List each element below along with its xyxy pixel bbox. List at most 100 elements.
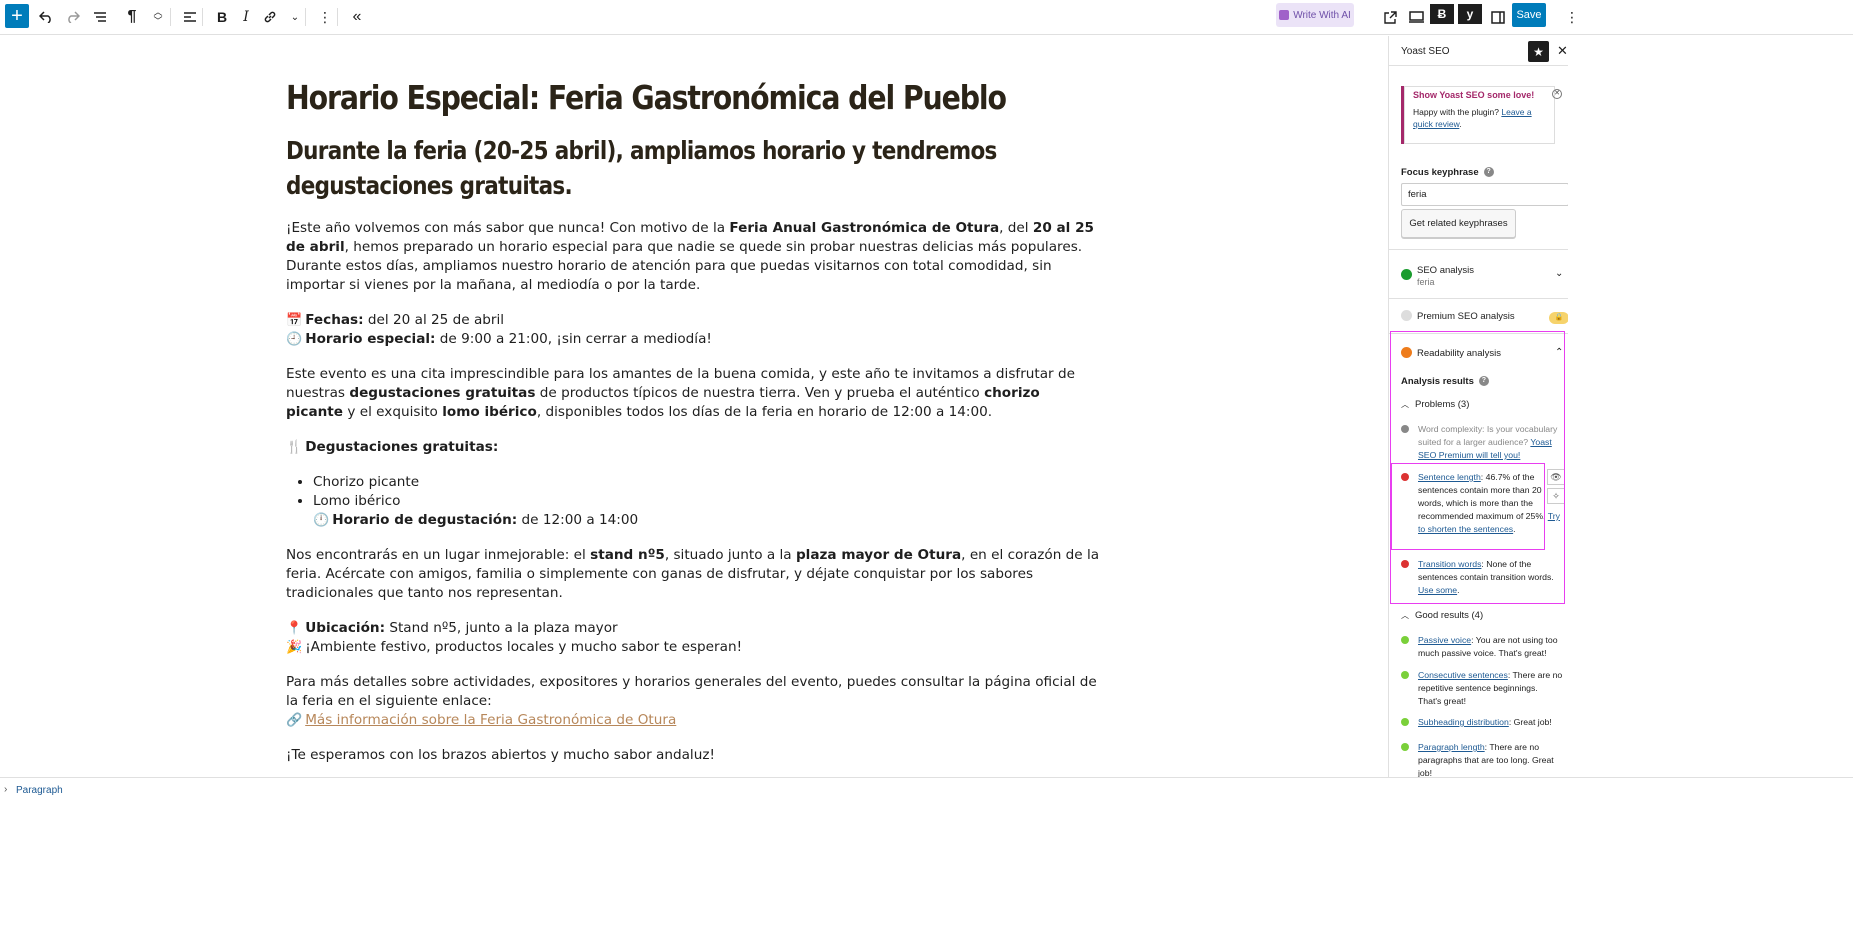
italic-icon: I [243,9,249,25]
redo-icon [68,11,80,23]
review-notice: Show Yoast SEO some love! Happy with the… [1401,86,1562,144]
status-bullet [1401,636,1409,644]
status-bullet [1401,743,1409,751]
close-sidebar-button[interactable]: ✕ [1557,43,1568,59]
list-item-schedule[interactable]: 🕛 Horario de degustación: de 12:00 a 14:0… [313,511,1101,530]
view-post-button[interactable] [1378,4,1402,30]
move-block-button[interactable]: ︿ ﹀ [146,4,170,30]
fork-knife-icon: 🍴 [286,440,303,455]
pilcrow-icon: ¶ [127,8,137,25]
desktop-icon [1408,11,1424,23]
dismiss-notice-button[interactable]: ✕ [1552,89,1562,99]
chevron-right-icon: › [4,784,8,795]
premium-seo-label: Premium SEO analysis [1417,311,1515,322]
chevron-down-icon: ⌄ [1555,268,1564,279]
good-results-group-toggle[interactable]: ︿ Good results (4) [1401,610,1483,621]
sidebar-header: Yoast SEO ★ ✕ [1389,36,1568,66]
write-with-ai-label: Write With AI [1293,9,1351,21]
double-chevron-left-icon: « [352,8,362,25]
status-bullet [1401,718,1409,726]
yoast-ai-icon [1279,10,1290,20]
external-link-icon [1383,10,1397,24]
help-icon[interactable]: ? [1483,167,1494,178]
feria-info-link[interactable]: Más información sobre la Feria Gastronóm… [305,712,676,728]
breadcrumb-paragraph[interactable]: Paragraph [16,785,63,796]
premium-seo-analysis-toggle[interactable]: Premium SEO analysis 🔒 [1389,298,1568,333]
settings-sidebar-button[interactable] [1486,4,1510,30]
block-inserter-button[interactable]: + [5,4,29,28]
italic-button[interactable]: I [234,4,258,30]
more-vertical-icon: ⋮ [318,8,332,25]
clock-icon: 🕘 [286,332,303,347]
consecutive-sentences-link[interactable]: Consecutive sentences [1418,670,1508,680]
yoast-button[interactable]: y [1458,4,1482,24]
chevron-down-icon: ﹀ [153,16,163,26]
paragraph-closing[interactable]: ¡Te esperamos con los brazos abiertos y … [286,746,1101,765]
review-notice-title: Show Yoast SEO some love! [1413,90,1535,100]
link-icon [264,11,276,23]
align-left-icon [184,12,196,22]
pin-sidebar-button[interactable]: ★ [1528,41,1549,62]
close-icon: ✕ [1557,43,1568,58]
list-item[interactable]: Lomo ibérico [313,492,1101,511]
status-bullet [1401,671,1409,679]
bold-button[interactable]: B [210,4,234,30]
more-rich-text-button[interactable]: ⌄ [283,4,307,30]
passive-voice-link[interactable]: Passive voice [1418,635,1471,645]
editor-canvas: Horario Especial: Feria Gastronómica del… [0,36,1388,776]
post-title[interactable]: Horario Especial: Feria Gastronómica del… [286,76,1007,120]
paragraph-dates[interactable]: 📅 Fechas: del 20 al 25 de abril 🕘 Horario … [286,311,1101,349]
paragraph-intro[interactable]: ¡Este año volvemos con más sabor que nun… [286,219,1101,295]
document-overview-button[interactable] [88,4,112,30]
post-subheading[interactable]: Durante la feria (20-25 abril), ampliamo… [286,133,1043,203]
status-neutral-icon [1401,310,1412,321]
sidebar-icon [1491,10,1505,24]
bold-icon: B [216,9,228,25]
sentence-length-highlight-box [1391,463,1545,550]
undo-button[interactable] [34,4,58,30]
sidebar-title: Yoast SEO [1401,46,1450,57]
tastings-list: Chorizo picante Lomo ibérico 🕛Horario de… [286,473,1101,530]
undo-icon [39,11,51,23]
pin-icon: 📍 [286,621,303,636]
paragraph-location-summary[interactable]: 📍 Ubicación: Stand nº5, junto a la plaza … [286,619,1101,657]
related-keyphrases-button[interactable]: Get related keyphrases [1401,209,1516,238]
chevron-up-icon: ︿ [1401,611,1409,620]
focus-keyphrase-input[interactable]: feria [1401,183,1568,206]
smiley-good-icon [1401,269,1412,280]
clock-icon: 🕛 [313,513,330,528]
chevron-down-icon: ⌄ [290,11,300,23]
paragraph-location[interactable]: Nos encontrarás en un lugar inmejorable:… [286,546,1101,603]
redo-button[interactable] [61,4,85,30]
post-content: Horario Especial: Feria Gastronómica del… [286,76,1101,765]
write-with-ai-button[interactable]: Write With AI [1276,3,1354,27]
link-button[interactable] [258,4,282,30]
list-item[interactable]: Chorizo picante [313,473,1101,492]
subheading-distribution-link[interactable]: Subheading distribution [1418,717,1509,727]
paragraph-tastings-heading[interactable]: 🍴 Degustaciones gratuitas: [286,438,1101,457]
jetpack-button[interactable]: Ƀ [1430,4,1454,24]
save-button[interactable]: Save [1512,3,1546,27]
seo-analysis-label: SEO analysis [1417,265,1475,276]
paragraph-block-button[interactable]: ¶ [120,4,144,30]
jetpack-icon: Ƀ [1437,7,1447,21]
focus-keyphrase-label: Focus keyphrase? [1401,167,1494,178]
star-icon: ★ [1533,44,1544,59]
align-button[interactable] [178,4,202,30]
editor-toolbar: + ¶ ︿ ﹀ B I ⌄ ⋮ « Write With AI Ƀ y Save… [0,0,1853,35]
preview-button[interactable] [1404,4,1428,30]
more-vertical-icon: ⋮ [1565,8,1579,25]
paragraph-event[interactable]: Este evento es una cita imprescindible p… [286,365,1101,422]
block-options-button[interactable]: ⋮ [313,4,337,30]
seo-analysis-toggle[interactable]: SEO analysis feria ⌄ [1389,249,1568,297]
lock-icon: 🔒 [1549,312,1568,324]
paragraph-more-info[interactable]: Para más detalles sobre actividades, exp… [286,673,1101,730]
calendar-icon: 📅 [286,313,303,328]
review-notice-body: Happy with the plugin? Leave a quick rev… [1413,107,1532,129]
collapse-toolbar-button[interactable]: « [345,4,369,30]
link-icon: 🔗 [286,713,303,728]
options-button[interactable]: ⋮ [1560,4,1584,30]
paragraph-length-link[interactable]: Paragraph length [1418,742,1485,752]
block-breadcrumb-bar: › Paragraph [0,777,1853,802]
list-view-icon [94,12,106,22]
